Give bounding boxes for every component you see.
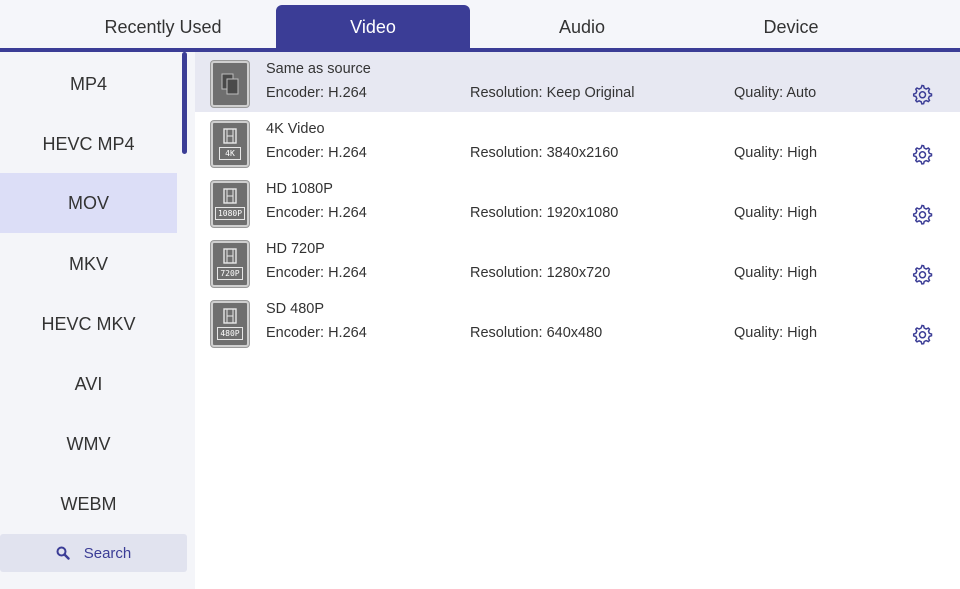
format-tab-bar: Recently Used Video Audio Device <box>0 0 960 52</box>
preset-quality: Quality: High <box>734 325 818 341</box>
preset-row-480p[interactable]: 480P SD 480P Encoder: H.264 Resolution: … <box>195 292 960 352</box>
preset-encoder: Encoder: H.264 <box>266 145 367 161</box>
preset-encoder: Encoder: H.264 <box>266 85 367 101</box>
sidebar-item-mov[interactable]: MOV <box>0 173 177 233</box>
gear-icon[interactable] <box>910 202 934 226</box>
tab-device[interactable]: Device <box>690 5 892 50</box>
preset-encoder: Encoder: H.264 <box>266 265 367 281</box>
preset-row-720p[interactable]: 720P HD 720P Encoder: H.264 Resolution: … <box>195 232 960 292</box>
resolution-badge: 1080P <box>214 207 246 220</box>
search-icon <box>56 546 70 560</box>
film-icon: 480P <box>211 301 249 347</box>
preset-name: 4K Video <box>266 121 325 137</box>
gear-icon[interactable] <box>910 82 934 106</box>
resolution-badge: 480P <box>217 327 243 340</box>
preset-name: Same as source <box>266 61 371 77</box>
tab-recently-used[interactable]: Recently Used <box>58 5 268 50</box>
preset-resolution: Resolution: 1280x720 <box>470 265 611 281</box>
preset-resolution: Resolution: Keep Original <box>470 85 635 101</box>
format-sidebar: MP4 HEVC MP4 MOV MKV HEVC MKV AVI WMV WE… <box>0 52 195 589</box>
sidebar-item-hevc-mp4[interactable]: HEVC MP4 <box>0 114 177 174</box>
preset-list: Same as source Encoder: H.264 Resolution… <box>195 52 960 589</box>
preset-resolution: Resolution: 3840x2160 <box>470 145 619 161</box>
preset-row-1080p[interactable]: 1080P HD 1080P Encoder: H.264 Resolution… <box>195 172 960 232</box>
preset-quality: Quality: High <box>734 265 818 281</box>
sidebar-item-hevc-mkv[interactable]: HEVC MKV <box>0 294 177 354</box>
search-button[interactable]: Search <box>0 534 187 572</box>
preset-encoder: Encoder: H.264 <box>266 325 367 341</box>
sidebar-item-mkv[interactable]: MKV <box>0 234 177 294</box>
preset-quality: Quality: Auto <box>734 85 817 101</box>
sidebar-item-mp4[interactable]: MP4 <box>0 54 177 114</box>
preset-quality: Quality: High <box>734 145 818 161</box>
preset-encoder: Encoder: H.264 <box>266 205 367 221</box>
sidebar-item-avi[interactable]: AVI <box>0 354 177 414</box>
preset-row-4k[interactable]: 4K 4K Video Encoder: H.264 Resolution: 3… <box>195 112 960 172</box>
tab-video[interactable]: Video <box>276 5 470 50</box>
gear-icon[interactable] <box>910 142 934 166</box>
resolution-badge: 720P <box>217 267 243 280</box>
resolution-badge: 4K <box>219 147 241 160</box>
film-icon: 720P <box>211 241 249 287</box>
sidebar-scrollbar[interactable] <box>182 52 187 154</box>
film-icon: 4K <box>211 121 249 167</box>
preset-resolution: Resolution: 640x480 <box>470 325 603 341</box>
tab-audio[interactable]: Audio <box>480 5 684 50</box>
film-icon: 1080P <box>211 181 249 227</box>
sidebar-item-webm[interactable]: WEBM <box>0 474 177 534</box>
gear-icon[interactable] <box>910 262 934 286</box>
gear-icon[interactable] <box>910 322 934 346</box>
search-label: Search <box>83 544 132 562</box>
preset-resolution: Resolution: 1920x1080 <box>470 205 619 221</box>
sidebar-item-wmv[interactable]: WMV <box>0 414 177 474</box>
preset-row-same-as-source[interactable]: Same as source Encoder: H.264 Resolution… <box>195 52 960 112</box>
copy-icon <box>211 61 249 107</box>
preset-name: SD 480P <box>266 301 325 317</box>
preset-quality: Quality: High <box>734 205 818 221</box>
preset-name: HD 720P <box>266 241 325 257</box>
preset-name: HD 1080P <box>266 181 333 197</box>
